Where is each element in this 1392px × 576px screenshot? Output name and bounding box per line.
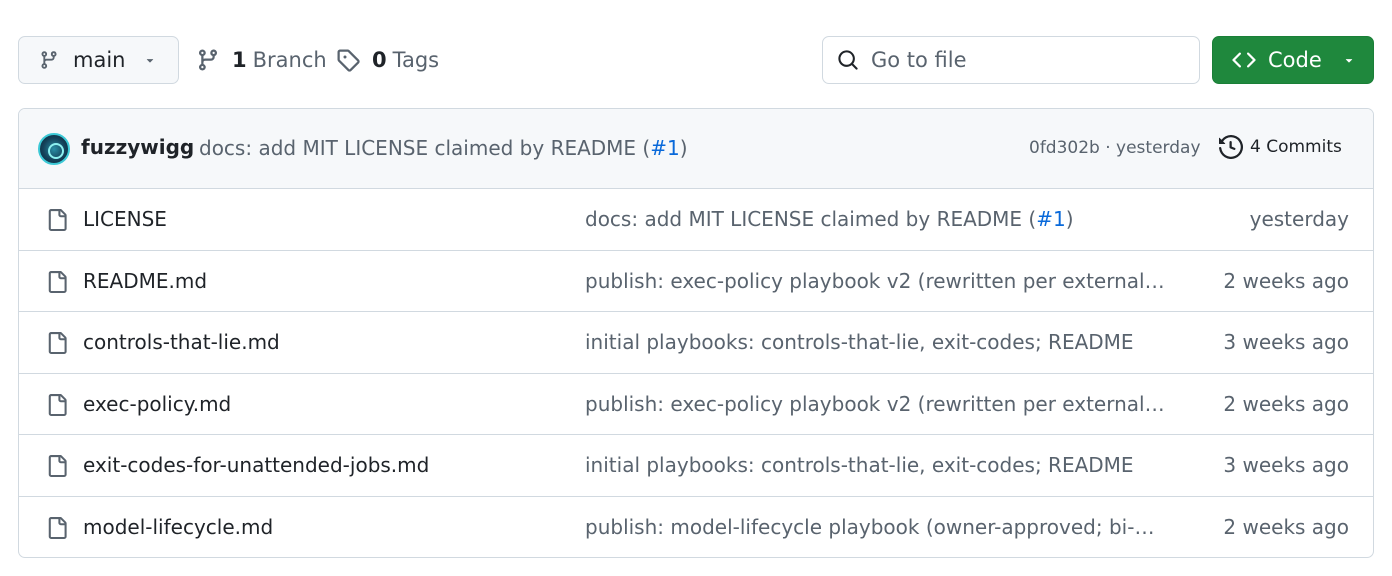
file-icon	[48, 332, 67, 354]
file-icon	[48, 455, 67, 477]
file-commit-suffix: )	[1065, 207, 1074, 232]
commit-author[interactable]: fuzzywigg	[81, 135, 194, 159]
history-icon	[1219, 135, 1243, 159]
file-name[interactable]: LICENSE	[83, 207, 167, 231]
latest-commit-message[interactable]: docs: add MIT LICENSE claimed by README …	[199, 136, 688, 160]
file-commit-text: initial playbooks: controls-that-lie, ex…	[585, 330, 1134, 355]
commits-history-link[interactable]: 4 Commits	[1219, 135, 1342, 159]
tags-count: 0	[372, 48, 387, 72]
table-row: README.md publish: exec-policy playbook …	[19, 251, 1373, 312]
file-table: fuzzywigg docs: add MIT LICENSE claimed …	[18, 108, 1374, 558]
table-row: model-lifecycle.md publish: model-lifecy…	[19, 497, 1373, 558]
table-row: exit-codes-for-unattended-jobs.md initia…	[19, 435, 1373, 497]
code-button-label: Code	[1268, 48, 1322, 72]
go-to-file-input[interactable]	[871, 48, 1171, 72]
file-commit-message[interactable]: publish: exec-policy playbook v2 (rewrit…	[585, 269, 1170, 293]
file-name[interactable]: exit-codes-for-unattended-jobs.md	[83, 453, 429, 477]
file-commit-message[interactable]: publish: exec-policy playbook v2 (rewrit…	[585, 392, 1170, 416]
code-icon	[1232, 52, 1256, 68]
tags-link[interactable]: 0 Tags	[336, 40, 439, 80]
file-list: LICENSE docs: add MIT LICENSE claimed by…	[19, 189, 1373, 558]
file-commit-date: 2 weeks ago	[1223, 515, 1349, 540]
chevron-down-icon	[1345, 59, 1352, 63]
file-icon	[48, 516, 67, 539]
file-commit-message[interactable]: publish: model-lifecycle playbook (owner…	[585, 515, 1170, 539]
file-name[interactable]: controls-that-lie.md	[83, 330, 280, 354]
branches-label: Branch	[252, 48, 327, 72]
go-to-file-search[interactable]	[822, 36, 1200, 84]
tag-icon	[337, 49, 360, 72]
table-row: controls-that-lie.md initial playbooks: …	[19, 312, 1373, 374]
commit-sha-time[interactable]: 0fd302b · yesterday	[1029, 138, 1201, 158]
pr-link[interactable]: #1	[1036, 207, 1065, 231]
commits-count-label: 4 Commits	[1250, 137, 1342, 157]
avatar[interactable]	[38, 133, 70, 165]
file-icon	[48, 270, 67, 293]
search-icon	[838, 50, 858, 70]
file-name[interactable]: model-lifecycle.md	[83, 515, 273, 539]
branch-name: main	[73, 48, 126, 72]
file-icon	[48, 393, 67, 416]
file-commit-text: publish: model-lifecycle playbook (owner…	[585, 515, 1170, 540]
branch-selector-button[interactable]: main	[18, 36, 179, 84]
file-icon	[48, 209, 67, 231]
chevron-down-icon	[147, 59, 154, 63]
file-commit-text: publish: exec-policy playbook v2 (rewrit…	[585, 391, 1170, 416]
file-commit-text: docs: add MIT LICENSE claimed by README …	[585, 207, 1037, 232]
file-name[interactable]: exec-policy.md	[83, 392, 231, 416]
file-commit-date: 2 weeks ago	[1223, 268, 1349, 293]
file-commit-message[interactable]: initial playbooks: controls-that-lie, ex…	[585, 453, 1170, 477]
latest-commit-bar: fuzzywigg docs: add MIT LICENSE claimed …	[19, 109, 1373, 189]
file-commit-date: 3 weeks ago	[1223, 453, 1349, 478]
git-branch-icon	[41, 51, 57, 69]
tags-label: Tags	[392, 48, 440, 72]
file-commit-text: initial playbooks: controls-that-lie, ex…	[585, 453, 1134, 478]
file-commit-message[interactable]: initial playbooks: controls-that-lie, ex…	[585, 330, 1170, 354]
file-name[interactable]: README.md	[83, 269, 207, 293]
file-commit-date: yesterday	[1249, 207, 1349, 232]
commit-message-text: docs: add MIT LICENSE claimed by README …	[199, 136, 651, 160]
branches-count: 1	[232, 48, 247, 72]
file-commit-message[interactable]: docs: add MIT LICENSE claimed by README …	[585, 207, 1170, 231]
file-commit-date: 2 weeks ago	[1223, 391, 1349, 416]
table-row: LICENSE docs: add MIT LICENSE claimed by…	[19, 189, 1373, 251]
file-commit-date: 3 weeks ago	[1223, 330, 1349, 355]
file-commit-text: publish: exec-policy playbook v2 (rewrit…	[585, 268, 1170, 293]
table-row: exec-policy.md publish: exec-policy play…	[19, 374, 1373, 435]
commit-message-suffix: )	[679, 136, 688, 160]
pr-link[interactable]: #1	[650, 136, 679, 160]
branches-link[interactable]: 1 Branch	[196, 40, 327, 80]
git-branch-icon	[198, 49, 217, 71]
code-button[interactable]: Code	[1212, 36, 1374, 84]
